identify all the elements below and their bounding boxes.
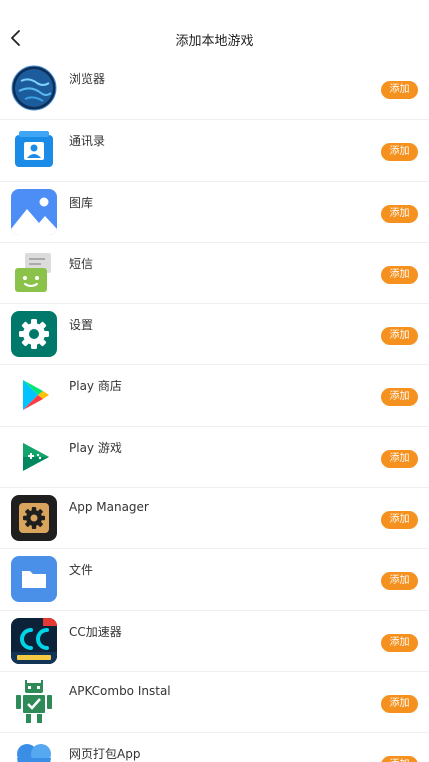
cc-accelerator-icon (11, 617, 57, 664)
list-item: 文件 添加 (0, 548, 429, 609)
app-list: 浏览器 添加 通讯录 添加 图库 添加 短信 添加 设置 添加 Play 商店 … (0, 58, 429, 762)
play-store-icon (11, 372, 57, 418)
gallery-icon (11, 188, 57, 235)
list-item: 设置 添加 (0, 303, 429, 364)
app-name: 通讯录 (69, 134, 106, 149)
folder-icon (11, 556, 57, 603)
list-item: 浏览器 添加 (0, 58, 429, 119)
add-button[interactable]: 添加 (381, 388, 418, 407)
add-button[interactable]: 添加 (381, 143, 418, 162)
app-name: App Manager (69, 500, 149, 515)
app-name: Play 商店 (69, 379, 122, 394)
add-button[interactable]: 添加 (381, 204, 418, 223)
add-button[interactable]: 添加 (381, 265, 418, 284)
list-item: App Manager 添加 (0, 487, 429, 548)
app-name: APKCombo Instal (69, 683, 171, 698)
add-button[interactable]: 添加 (381, 756, 418, 762)
app-name: 设置 (69, 318, 94, 333)
list-item: 网页打包App 添加 (0, 732, 429, 762)
list-item: Play 商店 添加 (0, 364, 429, 425)
app-name: 文件 (69, 563, 94, 578)
add-button[interactable]: 添加 (381, 81, 418, 99)
add-button[interactable]: 添加 (381, 449, 418, 468)
contacts-icon (11, 127, 57, 173)
app-name: 浏览器 (69, 72, 106, 86)
add-button[interactable]: 添加 (381, 694, 418, 713)
web-pack-icon (11, 740, 57, 762)
list-item: CC加速器 添加 (0, 609, 429, 671)
settings-gear-icon (11, 311, 57, 358)
list-item: 图库 添加 (0, 180, 429, 242)
add-button[interactable]: 添加 (381, 572, 418, 591)
app-name: CC加速器 (69, 624, 122, 639)
add-button[interactable]: 添加 (381, 327, 418, 346)
app-manager-icon (11, 495, 57, 542)
add-button[interactable]: 添加 (381, 633, 418, 652)
globe-icon (11, 65, 57, 111)
android-robot-icon (11, 679, 57, 725)
app-name: Play 游戏 (69, 440, 122, 455)
play-games-icon (11, 434, 57, 480)
list-item: 通讯录 添加 (0, 119, 429, 180)
list-item: 短信 添加 (0, 241, 429, 303)
app-name: 图库 (69, 195, 94, 210)
top-bar: 添加本地游戏 (0, 0, 429, 58)
list-item: APKCombo Instal 添加 (0, 670, 429, 732)
page-title: 添加本地游戏 (175, 34, 254, 49)
app-name: 短信 (69, 256, 94, 271)
add-button[interactable]: 添加 (381, 511, 418, 530)
app-name: 网页打包App (69, 747, 141, 762)
list-item: Play 游戏 添加 (0, 425, 429, 487)
messaging-icon (11, 250, 57, 296)
